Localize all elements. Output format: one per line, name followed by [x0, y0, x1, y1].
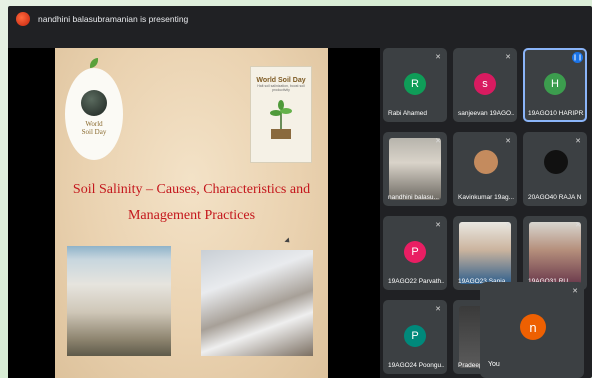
- mic-off-icon: ✕: [435, 138, 441, 145]
- cursor-icon: [284, 237, 292, 245]
- mic-off-icon: ✕: [435, 306, 441, 313]
- mic-off-icon: ✕: [435, 222, 441, 229]
- participant-tile-kavinkumar[interactable]: ✕ Kavinkumar 19ag...: [453, 132, 517, 206]
- avatar: P: [404, 325, 426, 347]
- participant-video: [389, 138, 441, 200]
- participant-name: 19AGO22 Parvath...: [388, 278, 444, 285]
- avatar: [544, 150, 568, 174]
- globe-icon: [81, 90, 107, 116]
- presenter-bar: nandhini balasubramanian is presenting: [8, 6, 592, 32]
- mic-off-icon: ✕: [572, 288, 578, 295]
- participant-name: Kavinkumar 19ag...: [458, 194, 514, 201]
- participant-video: [529, 222, 581, 284]
- participant-name: nandhini balasu...: [388, 194, 439, 201]
- avatar: [474, 150, 498, 174]
- participant-tile-nandhini[interactable]: ✕ nandhini balasu...: [383, 132, 447, 206]
- salt-flat-photo-2: [201, 250, 313, 356]
- participant-tile-ru[interactable]: ✕ 19AGO31 RU...: [523, 216, 587, 290]
- world-soil-day-logo: World Soil Day: [65, 58, 123, 160]
- shared-slide: World Soil Day World Soil Day Halt soil …: [55, 48, 328, 378]
- plant-icon: [270, 100, 292, 139]
- presenter-avatar: [16, 12, 30, 26]
- mic-off-icon: ✕: [435, 54, 441, 61]
- logo-text-line2: Soil Day: [81, 128, 107, 136]
- participant-name: 19AGO10 HARIPR...: [528, 110, 584, 117]
- mic-off-icon: ✕: [505, 222, 511, 229]
- participant-tile-poongu[interactable]: ✕ P 19AGO24 Poongu...: [383, 300, 447, 374]
- participant-tile-raja[interactable]: ✕ 20AGO40 RAJA N: [523, 132, 587, 206]
- participant-name: 20AGO40 RAJA N: [528, 194, 582, 201]
- participant-tile-sanjeevan[interactable]: ✕ s sanjeevan 19AGO...: [453, 48, 517, 122]
- mic-off-icon: ✕: [505, 54, 511, 61]
- logo-text-line1: World: [85, 120, 103, 128]
- participant-video: [459, 222, 511, 284]
- participant-name: 19AGO24 Poongu...: [388, 362, 444, 369]
- participant-tile-haripr[interactable]: ❙❙ H 19AGO10 HARIPR...: [523, 48, 587, 122]
- participant-tile-rabi[interactable]: ✕ R Rabi Ahamed: [383, 48, 447, 122]
- sprout-icon: [90, 58, 98, 68]
- mic-off-icon: ✕: [505, 138, 511, 145]
- slide-title-line1: Soil Salinity – Causes, Characteristics …: [72, 182, 311, 197]
- poster-title: World Soil Day: [256, 77, 306, 84]
- mic-off-icon: ✕: [575, 138, 581, 145]
- avatar: P: [404, 241, 426, 263]
- participant-name: sanjeevan 19AGO...: [458, 110, 514, 117]
- presenter-label: nandhini balasubramanian is presenting: [38, 14, 189, 24]
- world-soil-day-poster: World Soil Day Halt soil salinization, b…: [250, 66, 312, 163]
- participant-tile-parvath[interactable]: ✕ P 19AGO22 Parvath...: [383, 216, 447, 290]
- self-view-tile[interactable]: ✕ n You: [480, 282, 584, 378]
- avatar: s: [474, 73, 496, 95]
- avatar: R: [404, 73, 426, 95]
- speaking-icon: ❙❙: [572, 52, 583, 63]
- salt-flat-photo-1: [67, 246, 171, 356]
- poster-subtitle: Halt soil salinization, boost soil produ…: [257, 84, 305, 92]
- participant-tile-sanja[interactable]: ✕ 19AGO23 Sanja...: [453, 216, 517, 290]
- mic-off-icon: ✕: [575, 222, 581, 229]
- logo-text: World Soil Day: [82, 120, 107, 136]
- slide-title-line2: Management Practices: [127, 208, 256, 223]
- avatar: H: [544, 73, 566, 95]
- participant-name: Rabi Ahamed: [388, 110, 428, 117]
- you-label: You: [488, 361, 500, 368]
- self-avatar: n: [520, 314, 546, 340]
- presentation-stage[interactable]: World Soil Day World Soil Day Halt soil …: [8, 48, 380, 378]
- meet-window: nandhini balasubramanian is presenting W…: [8, 6, 592, 378]
